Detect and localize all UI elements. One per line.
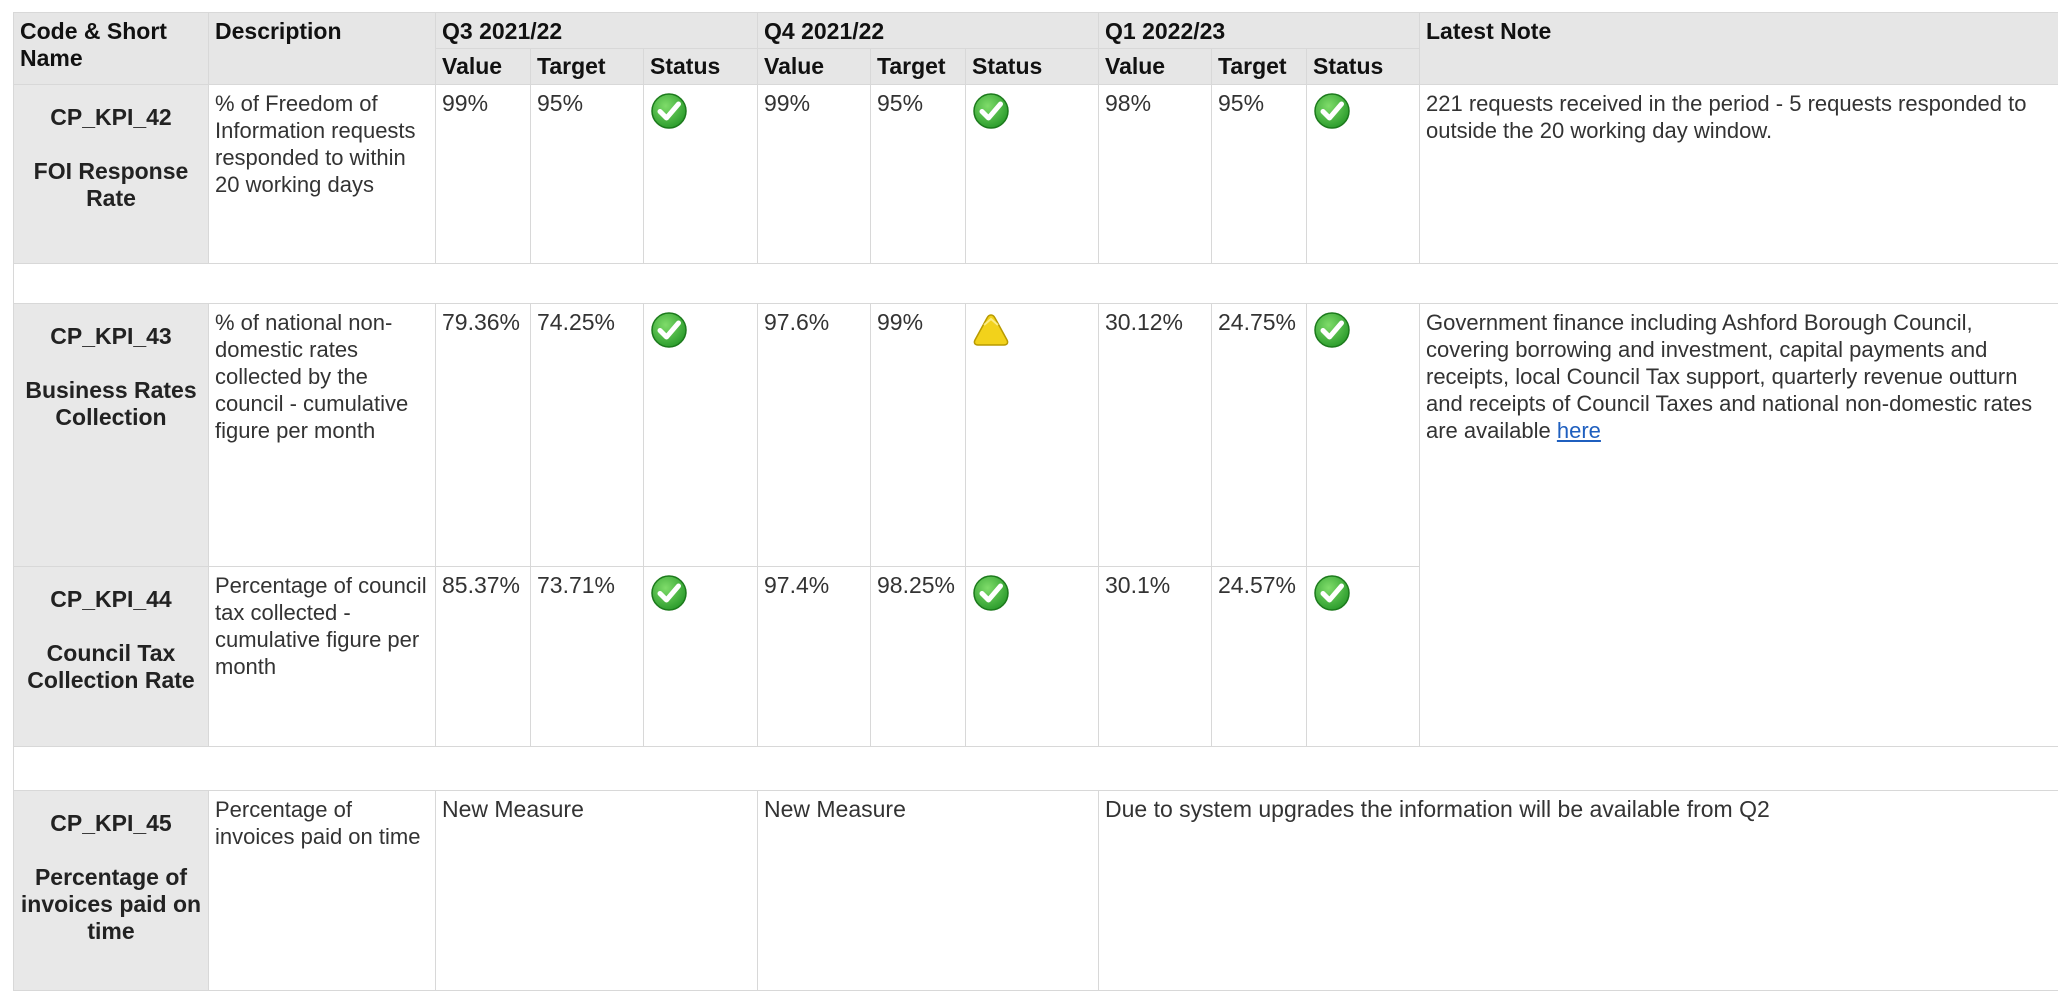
q3-status — [643, 303, 758, 567]
code-name-cell: CP_KPI_45 Percentage of invoices paid on… — [13, 790, 209, 991]
spacer-cell — [13, 746, 2058, 791]
q1-system-note: Due to system upgrades the information w… — [1098, 790, 2058, 991]
header-status: Status — [965, 48, 1099, 85]
q1-target: 24.75% — [1211, 303, 1307, 567]
q1-status — [1306, 303, 1420, 567]
q3-status — [643, 566, 758, 747]
check-icon — [972, 92, 1010, 130]
latest-note-text: Government finance including Ashford Bor… — [1426, 310, 2033, 443]
kpi-short-name: Council Tax Collection Rate — [27, 640, 195, 693]
check-icon — [650, 311, 688, 349]
header-period-q4: Q4 2021/22 — [757, 12, 1099, 49]
q4-status — [965, 303, 1099, 567]
row-spacer — [13, 263, 2058, 304]
q1-status — [1306, 566, 1420, 747]
q3-new-measure: New Measure — [435, 790, 758, 991]
header-period-q3: Q3 2021/22 — [435, 12, 758, 49]
q3-target: 74.25% — [530, 303, 644, 567]
q4-value: 97.6% — [757, 303, 871, 567]
q4-value: 99% — [757, 84, 871, 264]
kpi-code: CP_KPI_43 — [50, 323, 172, 349]
kpi-short-name: Business Rates Collection — [25, 377, 197, 430]
kpi-code: CP_KPI_44 — [50, 586, 172, 612]
table-row: CP_KPI_42 FOI Response Rate % of Freedom… — [13, 84, 2058, 264]
q3-target: 95% — [530, 84, 644, 264]
code-name-cell: CP_KPI_42 FOI Response Rate — [13, 84, 209, 264]
check-icon — [1313, 574, 1351, 612]
q4-value: 97.4% — [757, 566, 871, 747]
q1-target: 24.57% — [1211, 566, 1307, 747]
q1-value: 30.12% — [1098, 303, 1212, 567]
header-target: Target — [1211, 48, 1307, 85]
kpi-description: Percentage of council tax collected - cu… — [208, 566, 436, 747]
code-name-cell: CP_KPI_43 Business Rates Collection — [13, 303, 209, 567]
header-value: Value — [757, 48, 871, 85]
kpi-table: Code & Short Name Description Q3 2021/22… — [13, 12, 2058, 991]
check-icon — [1313, 311, 1351, 349]
header-value: Value — [1098, 48, 1212, 85]
header-period-q1: Q1 2022/23 — [1098, 12, 1420, 49]
q4-status — [965, 84, 1099, 264]
code-name-cell: CP_KPI_44 Council Tax Collection Rate — [13, 566, 209, 747]
q4-status — [965, 566, 1099, 747]
q4-new-measure: New Measure — [757, 790, 1099, 991]
header-value: Value — [435, 48, 531, 85]
q1-status — [1306, 84, 1420, 264]
kpi-short-name: Percentage of invoices paid on time — [20, 864, 202, 944]
header-code-name: Code & Short Name — [13, 12, 209, 85]
q3-value: 85.37% — [435, 566, 531, 747]
warning-icon — [972, 311, 1010, 349]
q4-target: 99% — [870, 303, 966, 567]
kpi-code: CP_KPI_45 — [50, 810, 172, 836]
header-latest-note: Latest Note — [1419, 12, 2058, 85]
spacer-cell — [13, 263, 2058, 304]
note-link-here[interactable]: here — [1557, 418, 1601, 443]
q4-target: 95% — [870, 84, 966, 264]
kpi-description: Percentage of invoices paid on time — [208, 790, 436, 991]
q1-target: 95% — [1211, 84, 1307, 264]
q3-status — [643, 84, 758, 264]
table-row: CP_KPI_43 Business Rates Collection % of… — [13, 303, 2058, 747]
q3-value: 99% — [435, 84, 531, 264]
header-target: Target — [530, 48, 644, 85]
kpi-description: % of Freedom of Information requests res… — [208, 84, 436, 264]
header-description: Description — [208, 12, 436, 85]
kpi-short-name: FOI Response Rate — [33, 158, 189, 211]
table-row: CP_KPI_45 Percentage of invoices paid on… — [13, 790, 2058, 991]
kpi-description: % of national non-domestic rates collect… — [208, 303, 436, 567]
latest-note: Government finance including Ashford Bor… — [1419, 303, 2058, 747]
check-icon — [1313, 92, 1351, 130]
q3-target: 73.71% — [530, 566, 644, 747]
header-target: Target — [870, 48, 966, 85]
check-icon — [650, 574, 688, 612]
header-group-row: Code & Short Name Description Q3 2021/22… — [13, 12, 2058, 85]
q1-value: 98% — [1098, 84, 1212, 264]
kpi-code: CP_KPI_42 — [50, 104, 172, 130]
header-status: Status — [1306, 48, 1420, 85]
q4-target: 98.25% — [870, 566, 966, 747]
header-status: Status — [643, 48, 758, 85]
check-icon — [972, 574, 1010, 612]
q3-value: 79.36% — [435, 303, 531, 567]
latest-note: 221 requests received in the period - 5 … — [1419, 84, 2058, 264]
row-spacer — [13, 746, 2058, 791]
q1-value: 30.1% — [1098, 566, 1212, 747]
check-icon — [650, 92, 688, 130]
